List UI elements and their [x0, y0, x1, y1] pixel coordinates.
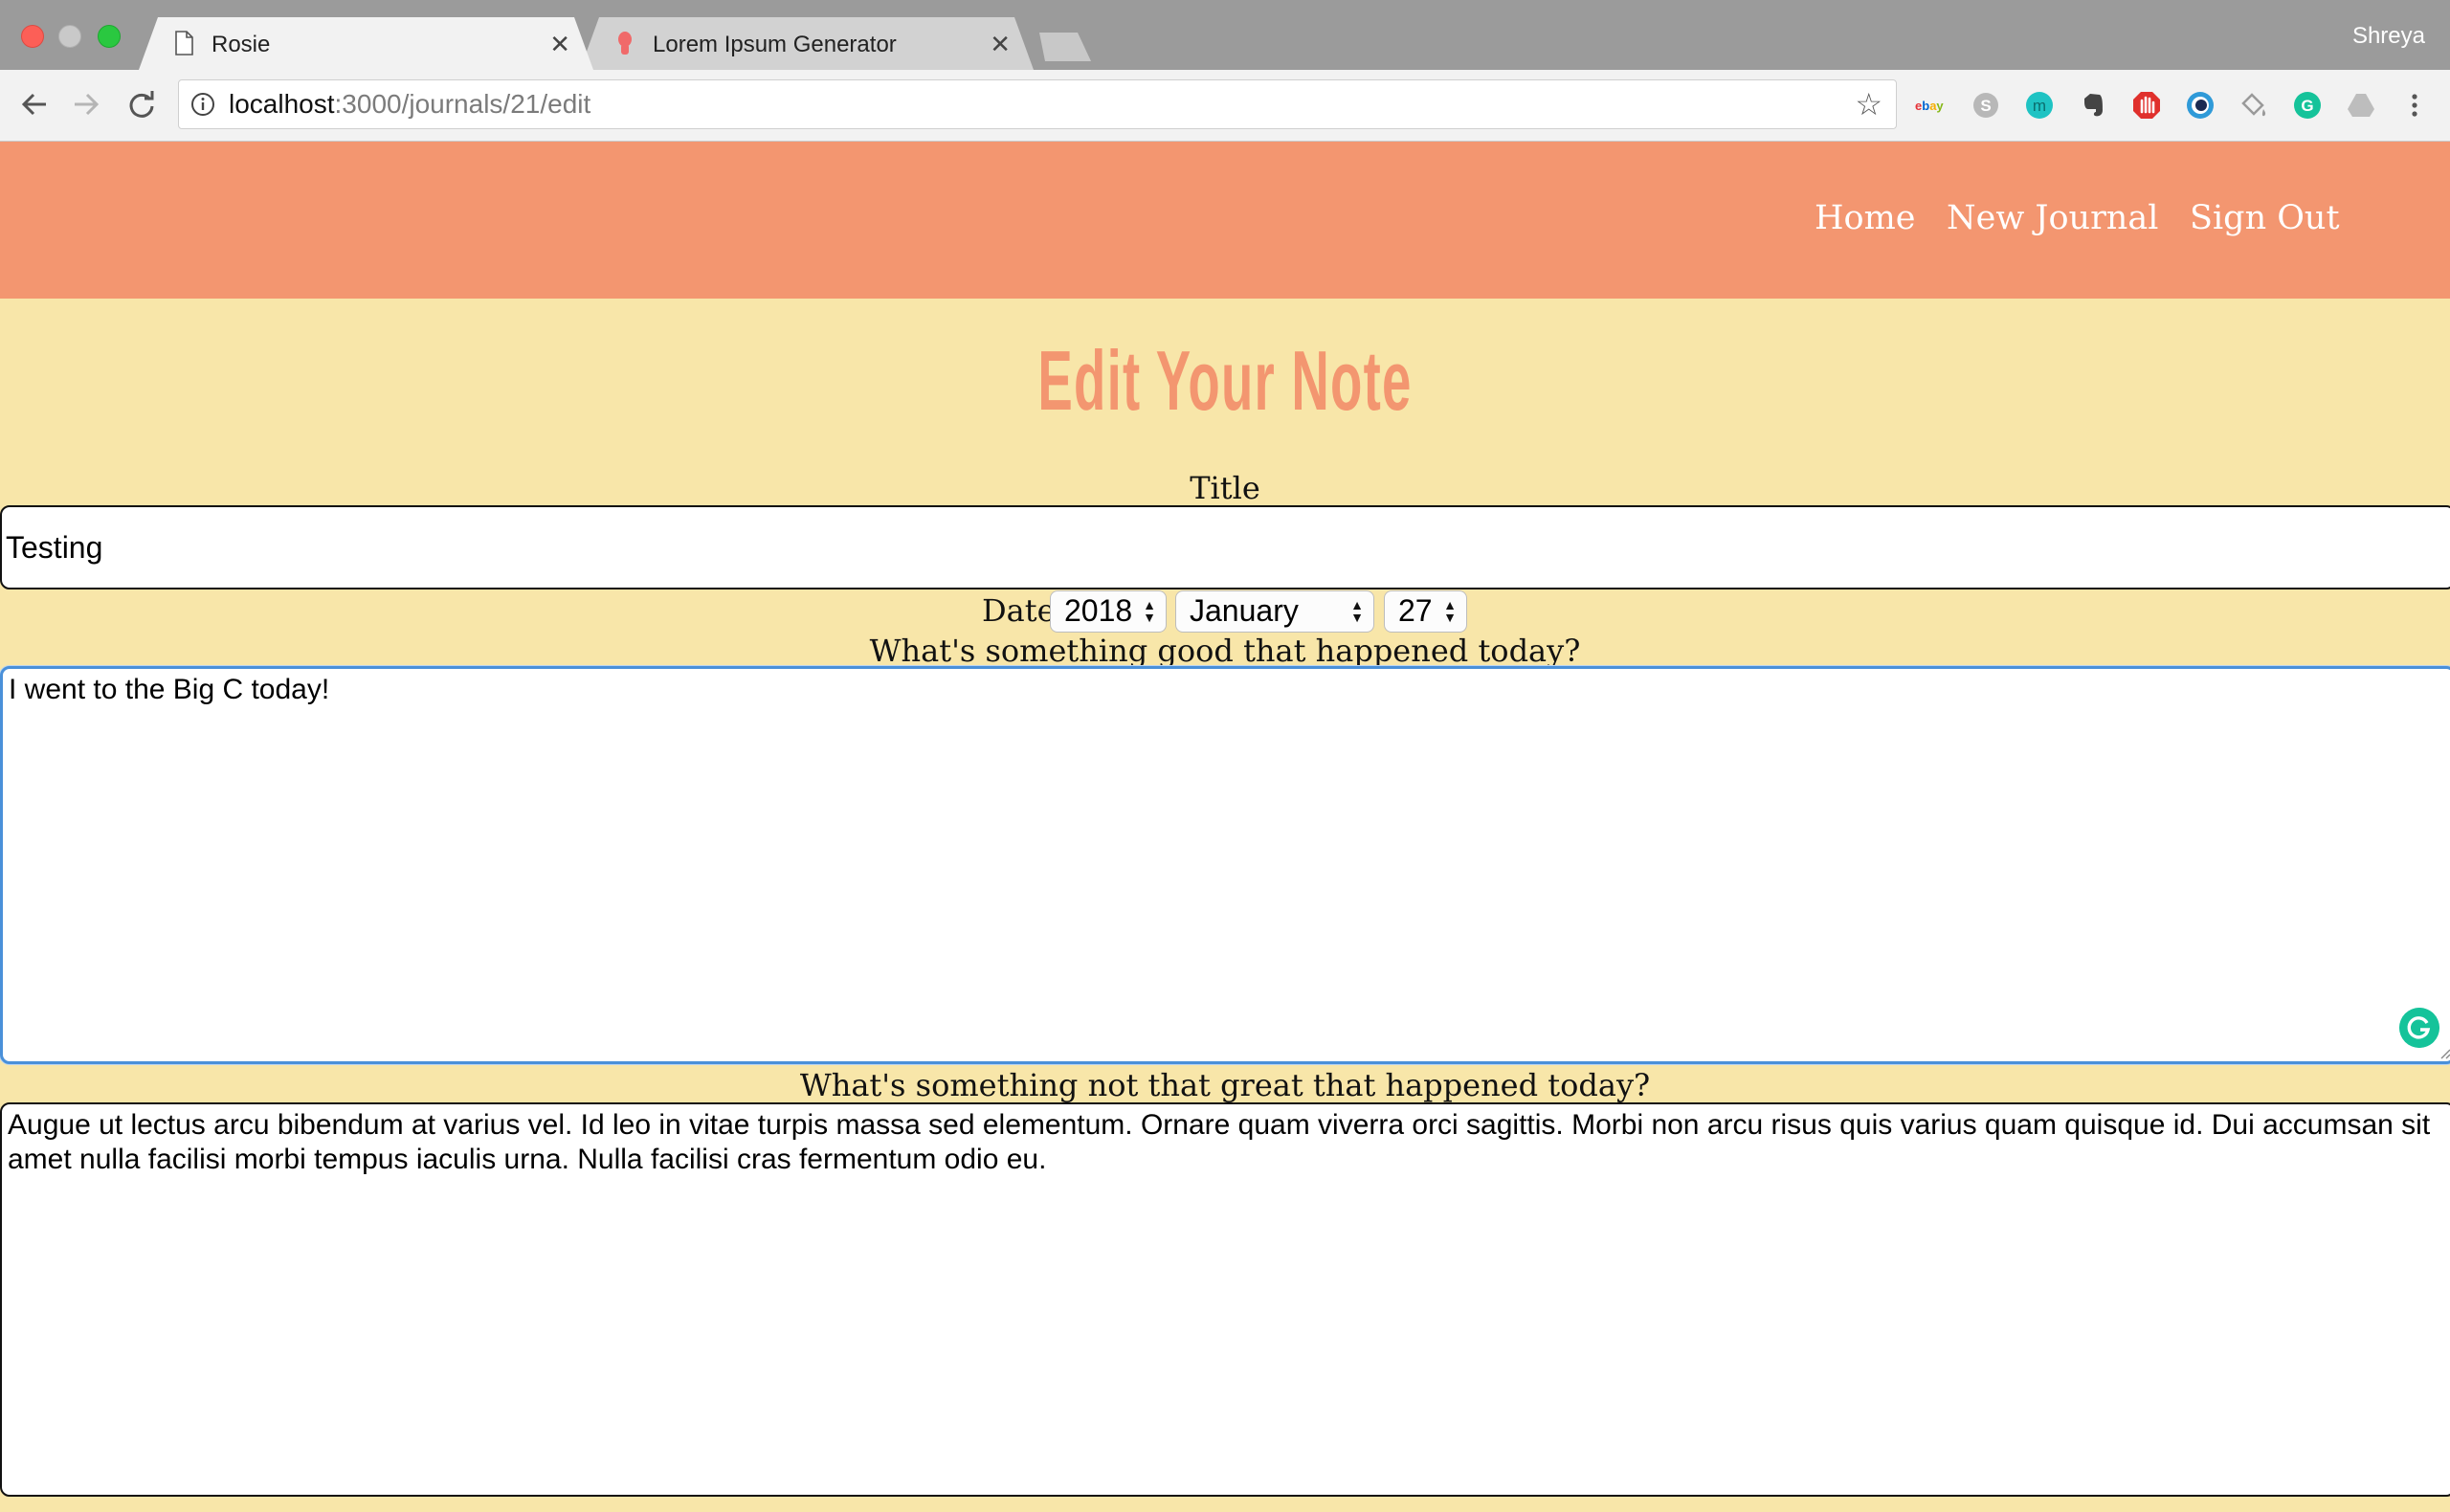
page-title: Edit Your Note — [1037, 333, 1413, 428]
window-maximize-button[interactable] — [98, 25, 121, 48]
year-select[interactable]: 2018 ▲ ▼ — [1050, 590, 1167, 633]
good-thing-text: I went to the Big C today! — [9, 674, 330, 705]
grammarly-icon[interactable]: G — [2291, 89, 2324, 122]
evernote-icon[interactable] — [2077, 89, 2109, 122]
not-great-thing-label: What's something not that great that hap… — [799, 1067, 1651, 1103]
drive-icon[interactable] — [2345, 89, 2377, 122]
year-value: 2018 — [1064, 593, 1133, 628]
forward-arrow-icon[interactable] — [69, 87, 103, 122]
profile-name[interactable]: Shreya — [2352, 23, 2425, 50]
m-extension-icon[interactable]: m — [2023, 89, 2056, 122]
info-icon[interactable] — [190, 92, 215, 117]
window-minimize-button[interactable] — [58, 25, 81, 48]
not-great-thing-textarea[interactable]: Augue ut lectus arcu bibendum at varius … — [0, 1102, 2450, 1497]
ebay-icon[interactable]: ebay — [1914, 89, 1947, 122]
document-icon — [175, 31, 193, 56]
back-arrow-icon[interactable] — [17, 87, 52, 122]
day-select[interactable]: 27 ▲ ▼ — [1384, 590, 1467, 633]
svg-text:S: S — [1980, 97, 1991, 115]
good-thing-textarea[interactable]: I went to the Big C today! — [0, 666, 2450, 1064]
new-tab-button[interactable] — [1032, 33, 1091, 61]
paint-bucket-icon[interactable] — [2238, 89, 2270, 122]
tab-close-icon[interactable]: ✕ — [549, 30, 570, 58]
select-arrows-icon: ▲ ▼ — [1443, 597, 1457, 625]
tab-rosie[interactable]: Rosie ✕ — [139, 17, 593, 70]
browser-toolbar: localhost:3000/journals/21/edit ☆ ebay S… — [0, 70, 2450, 142]
date-label: Date — [982, 592, 1056, 629]
svg-text:ebay: ebay — [1915, 99, 1944, 113]
tab-title: Rosie — [212, 32, 271, 57]
tab-close-icon[interactable]: ✕ — [990, 30, 1011, 58]
resize-handle-icon[interactable] — [2438, 1046, 2450, 1059]
select-arrows-icon: ▲ ▼ — [1350, 597, 1364, 625]
svg-text:m: m — [2033, 97, 2046, 115]
month-value: January — [1190, 593, 1299, 628]
site-header: Home New Journal Sign Out — [0, 142, 2450, 299]
reload-icon[interactable] — [124, 87, 159, 122]
not-great-thing-text: Augue ut lectus arcu bibendum at varius … — [8, 1109, 2431, 1175]
skype-icon[interactable]: S — [1970, 89, 2002, 122]
title-label: Title — [1190, 470, 1260, 506]
nav-home-link[interactable]: Home — [1815, 197, 1916, 239]
url-text: localhost:3000/journals/21/edit — [229, 89, 591, 119]
menu-dots-icon[interactable] — [2400, 89, 2429, 122]
nav-new-journal-link[interactable]: New Journal — [1947, 197, 2158, 239]
select-arrows-icon: ▲ ▼ — [1143, 597, 1156, 625]
good-thing-label: What's something good that happened toda… — [869, 633, 1581, 669]
lorem-favicon-icon — [618, 32, 632, 55]
adblock-icon[interactable] — [2130, 89, 2163, 122]
day-value: 27 — [1398, 593, 1433, 628]
nav-sign-out-link[interactable]: Sign Out — [2190, 197, 2340, 239]
date-row: Date 2018 ▲ ▼ January ▲ ▼ 27 ▲ ▼ — [0, 589, 2450, 635]
title-input[interactable]: Testing — [0, 505, 2450, 589]
tab-lorem-ipsum[interactable]: Lorem Ipsum Generator ✕ — [580, 17, 1034, 70]
window-close-button[interactable] — [21, 25, 44, 48]
svg-text:G: G — [2301, 97, 2313, 115]
month-select[interactable]: January ▲ ▼ — [1175, 590, 1374, 633]
grammarly-icon[interactable] — [2399, 1008, 2439, 1048]
tab-title: Lorem Ipsum Generator — [653, 32, 897, 57]
browser-tab-bar: Lorem Ipsum Generator ✕ Rosie ✕ Shreya — [0, 0, 2450, 70]
bookmark-star-icon[interactable]: ☆ — [1855, 88, 1882, 121]
address-bar[interactable]: localhost:3000/journals/21/edit ☆ — [178, 79, 1897, 129]
eye-extension-icon[interactable] — [2184, 89, 2216, 122]
